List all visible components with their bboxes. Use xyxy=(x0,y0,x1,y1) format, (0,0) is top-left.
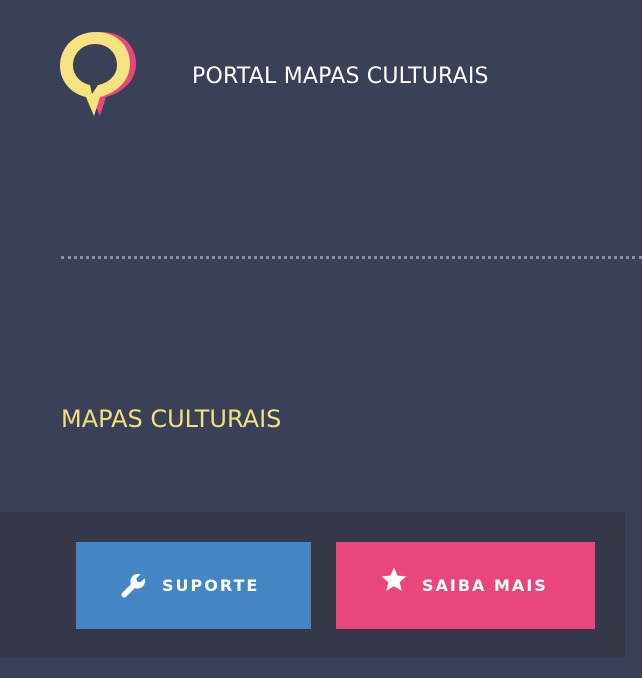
suporte-button[interactable]: SUPORTE xyxy=(76,542,311,629)
saiba-mais-label: SAIBA MAIS xyxy=(422,575,548,595)
logo xyxy=(60,30,138,120)
suporte-label: SUPORTE xyxy=(162,575,260,595)
wrench-icon xyxy=(120,572,148,600)
map-pin-chat-icon xyxy=(60,32,136,116)
divider xyxy=(61,256,642,259)
star-icon xyxy=(380,566,408,594)
section-title: MAPAS CULTURAIS xyxy=(61,405,282,433)
saiba-mais-button[interactable]: SAIBA MAIS xyxy=(336,542,595,629)
portal-title[interactable]: PORTAL MAPAS CULTURAIS xyxy=(192,63,489,91)
